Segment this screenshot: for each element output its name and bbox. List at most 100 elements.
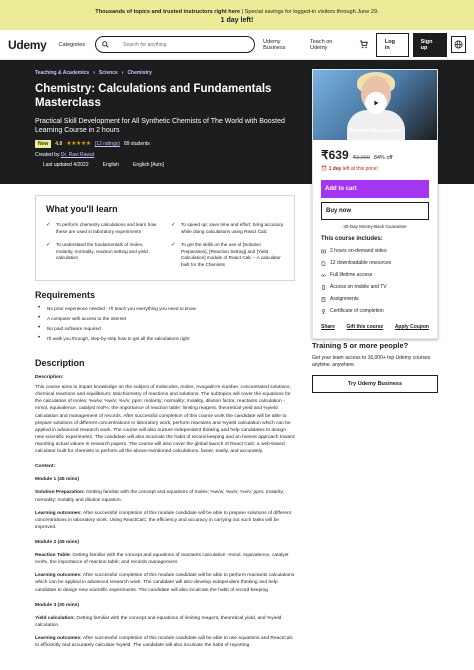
course-captions: English [Auto] [133,161,164,168]
teach-link[interactable]: Teach on Udemy [310,39,347,51]
purchase-sidebar: Preview this course ₹639 ₹3,999 84% off … [312,69,438,339]
cart-icon[interactable] [359,36,368,54]
learn-item: ✓ To perform chemistry calculations and l… [46,222,161,235]
requirement-item: No paid software required [35,325,295,331]
chevron-right-icon: › [121,70,124,76]
description-section: Description Description: This course aim… [35,358,295,649]
learn-item-label: To perform chemistry calculations and le… [56,222,157,234]
module-topic-label: Reaction Table: [35,553,72,559]
requirement-item: A computer with access to the internet [35,315,295,321]
banner-subtext: | Special savings for logged-in visitors… [240,9,379,15]
description-title: Description [35,358,85,368]
preview-label: Preview this course [349,128,401,134]
banner-countdown: 1 day left! [220,17,254,25]
globe-icon[interactable] [450,36,466,53]
instructor-link[interactable]: Dr. Ravi Rawat [61,152,94,158]
training-title: Training 5 or more people? [312,341,409,350]
login-button[interactable]: Log in [375,32,409,57]
coupon-link[interactable]: Apply Coupon [395,324,429,330]
original-price: ₹3,999 [352,155,370,161]
learn-item-label: To get the skills on the use of [Solutio… [181,242,281,267]
time-left-bold: 1 day [328,166,342,172]
learn-item-label: To understand the fundamentals of moles,… [56,242,148,261]
money-back-guarantee: 30-Day Money-Back Guarantee [343,224,407,229]
include-item-label: Assignments [330,296,359,302]
file-icon [321,260,326,266]
play-icon[interactable] [365,92,387,114]
categories-link[interactable]: Categories [59,42,86,48]
ratings-link[interactable]: (12 ratings) [95,141,120,147]
udemy-logo[interactable]: Udemy [8,38,47,52]
infinity-icon [321,274,326,276]
include-item-label: Full lifetime access [330,272,373,278]
search-icon [102,41,109,48]
star-rating-icon: ★★★★★ [66,141,91,148]
check-icon: ✓ [46,222,51,228]
learn-item: ✓ To understand the fundamentals of moles… [46,242,161,268]
buy-now-button[interactable]: Buy now [321,202,429,220]
module-title: Module 2 (45 mins) [35,539,80,545]
content-label: Content: [35,464,56,470]
breadcrumb-item-1[interactable]: Teaching & Academics [35,70,89,76]
search-input[interactable]: Search for anything [95,36,256,53]
learn-item: ✓ To speed up; save time and effort; brin… [171,222,286,235]
module-topic: Reaction Table: Getting familiar with th… [35,552,295,566]
include-item: Full lifetime access [321,272,429,278]
description-label: Description: [35,375,64,380]
what-you-learn: What you'll learn ✓ To perform chemistry … [35,195,295,282]
breadcrumb-item-2[interactable]: Science [99,70,118,76]
assignment-icon [321,296,326,302]
module-topic: Solution Preparation: Getting familiar w… [35,489,295,503]
include-item: 2 hours on-demand video [321,248,429,254]
students-count: 89 students [123,140,150,147]
course-language: English [102,161,120,168]
last-updated: Last updated 4/2022 [43,161,89,168]
check-icon: ✓ [171,242,176,249]
includes-title: This course includes: [321,236,383,242]
learn-item-label: To speed up; save time and effort; bring… [181,222,284,234]
current-price: ₹639 [321,148,349,162]
description-intro: This course aims to impart knowledge on … [35,385,295,455]
module-outcome: Learning outcomes: After successful comp… [35,510,295,531]
include-item: Access on mobile and TV [321,284,429,290]
breadcrumb-item-3[interactable]: Chemistry [127,70,151,76]
include-item: 12 downloadable resources [321,260,429,266]
module-outcome-label: Learning outcomes: [35,510,82,516]
add-to-cart-button[interactable]: Add to cart [321,180,429,198]
udemy-business-link[interactable]: Udemy Business [263,39,300,51]
training-promo: Training 5 or more people? Get your team… [312,341,438,393]
new-badge: New [35,139,52,148]
share-row: Share Gift this course Apply Coupon [321,324,429,330]
rating-value: 4.8 [55,140,63,147]
course-subtitle: Practical Skill Development for All Synt… [35,117,285,135]
share-link[interactable]: Share [321,324,335,330]
requirements-title: Requirements [35,290,96,300]
gift-link[interactable]: Gift this course [347,324,384,330]
learn-item: ✓ To get the skills on the use of [Soluti… [171,242,286,268]
include-item: Certificate of completion [321,308,429,314]
time-left: ⏰ 1 day left at this price! [321,166,429,172]
time-left-rest: left at this price! [341,166,378,172]
module-outcome: Learning outcomes: After successful comp… [35,572,295,593]
module-topic-label: Solution Preparation: [35,490,85,496]
course-preview[interactable]: Preview this course [313,70,437,140]
course-title: Chemistry: Calculations and Fundamentals… [35,83,272,110]
module-outcome-label: Learning outcomes: [35,635,82,641]
banner-headline: Thousands of topics and trusted instruct… [95,9,241,15]
promo-banner: Thousands of topics and trusted instruct… [0,0,474,30]
requirement-item: No prior experience needed - I'll teach … [35,305,295,311]
top-nav: Udemy Categories Search for anything Ude… [0,30,474,60]
trophy-icon [322,308,325,314]
signup-button[interactable]: Sign up [412,32,447,57]
module-title: Module 1 (45 mins) [35,477,80,483]
include-item-label: Access on mobile and TV [330,284,387,290]
alarm-icon: ⏰ [321,166,328,172]
module-outcome: Learning outcomes: After successful comp… [35,635,295,649]
module-outcome-label: Learning outcomes: [35,573,82,579]
try-business-button[interactable]: Try Udemy Business [312,374,438,393]
discount-percent: 84% off [373,155,393,161]
training-text: Get your team access to 16,000+ top Udem… [312,355,431,368]
video-icon [321,249,326,253]
module-topic-label: Yield calculation: [35,615,76,621]
requirement-item: I'll walk you through, step-by-step how … [35,335,295,341]
